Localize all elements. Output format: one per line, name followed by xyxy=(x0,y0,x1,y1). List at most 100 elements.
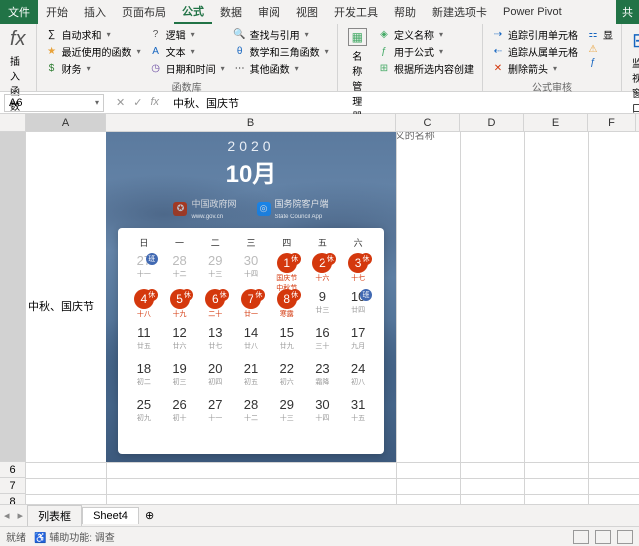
math-button[interactable]: θ数学和三角函数▾ xyxy=(229,43,333,60)
menu-share[interactable]: 共 xyxy=(616,0,639,24)
clock-icon: ◷ xyxy=(149,63,163,74)
formula-bar[interactable]: 中秋、国庆节 xyxy=(167,95,639,111)
calendar-day: 3十七休 xyxy=(340,253,376,289)
row-header-5[interactable] xyxy=(0,132,26,462)
financial-icon: $ xyxy=(45,63,59,74)
trace-precedents-button[interactable]: ⇢追踪引用单元格 xyxy=(487,26,582,43)
recent-icon: ★ xyxy=(45,46,59,57)
recent-functions-button[interactable]: ★最近使用的函数▾ xyxy=(41,43,145,60)
status-accessibility: ♿ 辅助功能: 调查 xyxy=(34,529,115,544)
autosum-button[interactable]: ∑自动求和▾ xyxy=(41,26,145,43)
create-from-selection-button[interactable]: ⊞根据所选内容创建 xyxy=(373,60,478,77)
menu-layout[interactable]: 页面布局 xyxy=(114,0,174,24)
rest-badge: 休 xyxy=(146,289,158,301)
tab-sheet2[interactable]: Sheet4 xyxy=(82,507,139,524)
work-badge: 班 xyxy=(146,253,158,265)
menu-file[interactable]: 文件 xyxy=(0,0,38,24)
menu-view[interactable]: 视图 xyxy=(288,0,326,24)
evaluate-button[interactable]: ƒ xyxy=(582,56,617,69)
normal-view-button[interactable] xyxy=(573,530,589,544)
weekday-header: 一 xyxy=(162,236,198,249)
menubar: 文件 开始 插入 页面布局 公式 数据 审阅 视图 开发工具 帮助 新建选项卡 … xyxy=(0,0,639,24)
select-all-corner[interactable] xyxy=(0,114,26,131)
name-box[interactable]: A6 ▾ xyxy=(4,94,104,112)
ribbon: fx 插入函数 ∑自动求和▾ ★最近使用的函数▾ $财务▾ ?逻辑▾ A文本▾ … xyxy=(0,24,639,92)
calendar-day: 19初三 xyxy=(162,361,198,397)
chevron-down-icon: ▾ xyxy=(107,30,111,39)
page-break-view-button[interactable] xyxy=(617,530,633,544)
error-check-button[interactable]: ⚠ xyxy=(582,43,617,56)
weekday-header: 二 xyxy=(197,236,233,249)
trace-dependents-button[interactable]: ⇠追踪从属单元格 xyxy=(487,43,582,60)
row-header-8[interactable]: 8 xyxy=(0,494,26,504)
remove-arrows-button[interactable]: ✕删除箭头▾ xyxy=(487,60,582,77)
tab-first-icon[interactable]: ◂ xyxy=(0,509,14,522)
show-formulas-button[interactable]: ⚏显 xyxy=(582,26,617,43)
menu-powerpivot[interactable]: Power Pivot xyxy=(495,0,570,24)
col-header-B[interactable]: B xyxy=(106,114,396,131)
calendar-day: 4十八休 xyxy=(126,289,162,325)
col-header-D[interactable]: D xyxy=(460,114,524,131)
menu-formulas[interactable]: 公式 xyxy=(174,0,212,24)
calendar-day: 11廿五 xyxy=(126,325,162,361)
watch-icon: ⊟ xyxy=(632,28,639,53)
work-badge: 班 xyxy=(360,289,372,301)
calendar-day: 23霜降 xyxy=(305,361,341,397)
page-layout-view-button[interactable] xyxy=(595,530,611,544)
rest-badge: 休 xyxy=(360,253,372,265)
fx-icon[interactable]: fx xyxy=(150,96,159,109)
menu-devtools[interactable]: 开发工具 xyxy=(326,0,386,24)
col-header-C[interactable]: C xyxy=(396,114,460,131)
define-name-button[interactable]: ◈定义名称▾ xyxy=(373,26,478,43)
calendar-day: 24初八 xyxy=(340,361,376,397)
row-header-6[interactable]: 6 xyxy=(0,462,26,478)
tab-last-icon[interactable]: ▸ xyxy=(14,509,28,522)
logical-icon: ? xyxy=(149,29,163,40)
menu-home[interactable]: 开始 xyxy=(38,0,76,24)
cancel-formula-icon[interactable]: ✕ xyxy=(116,96,125,109)
use-in-formula-button[interactable]: ƒ用于公式▾ xyxy=(373,43,478,60)
add-sheet-icon[interactable]: ⊕ xyxy=(139,509,160,522)
datetime-button[interactable]: ◷日期和时间▾ xyxy=(145,60,229,77)
text-button[interactable]: A文本▾ xyxy=(145,43,229,60)
menu-newtab[interactable]: 新建选项卡 xyxy=(424,0,495,24)
menu-data[interactable]: 数据 xyxy=(212,0,250,24)
rest-badge: 休 xyxy=(289,289,301,301)
calendar-card: 日一二三四五六 27十一班28十二29十三30十四1国庆节 中秋节休2十六休3十… xyxy=(118,228,384,454)
lookup-icon: 🔍 xyxy=(233,29,247,40)
row-header-7[interactable]: 7 xyxy=(0,478,26,494)
calendar-day: 20初四 xyxy=(197,361,233,397)
calendar-day: 25初九 xyxy=(126,397,162,433)
worksheet[interactable]: A B C D E F 6 7 8 中秋、国庆节 2020 10月 ✪ xyxy=(0,114,639,504)
tab-sheet1[interactable]: 列表框 xyxy=(27,505,82,526)
evaluate-icon: ƒ xyxy=(586,57,600,68)
rest-badge: 休 xyxy=(217,289,229,301)
calendar-day: 1国庆节 中秋节休 xyxy=(269,253,305,289)
menu-insert[interactable]: 插入 xyxy=(76,0,114,24)
accept-formula-icon[interactable]: ✓ xyxy=(133,96,142,109)
error-icon: ⚠ xyxy=(586,44,600,55)
calendar-day: 9廿三 xyxy=(305,289,341,325)
rest-badge: 休 xyxy=(289,253,301,265)
status-bar: 就绪 ♿ 辅助功能: 调查 xyxy=(0,526,639,546)
chevron-down-icon[interactable]: ▾ xyxy=(95,98,99,107)
financial-button[interactable]: $财务▾ xyxy=(41,60,145,77)
function-library-label: 函数库 xyxy=(41,77,333,94)
col-header-A[interactable]: A xyxy=(26,114,106,131)
weekday-header: 日 xyxy=(126,236,162,249)
calendar-day: 16三十 xyxy=(305,325,341,361)
col-header-E[interactable]: E xyxy=(524,114,588,131)
logical-button[interactable]: ?逻辑▾ xyxy=(145,26,229,43)
calendar-image[interactable]: 2020 10月 ✪ 中国政府网www.gov.cn ◎ 国务院客户端State… xyxy=(106,132,396,462)
trace-prec-icon: ⇢ xyxy=(491,29,505,40)
col-header-F[interactable]: F xyxy=(588,114,636,131)
cell-A6[interactable]: 中秋、国庆节 xyxy=(26,296,106,316)
menu-review[interactable]: 审阅 xyxy=(250,0,288,24)
menu-help[interactable]: 帮助 xyxy=(386,0,424,24)
calendar-day: 10廿四班 xyxy=(340,289,376,325)
lookup-button[interactable]: 🔍查找与引用▾ xyxy=(229,26,333,43)
other-functions-button[interactable]: ⋯其他函数▾ xyxy=(229,60,333,77)
show-icon: ⚏ xyxy=(586,29,600,40)
calendar-day: 29十三 xyxy=(269,397,305,433)
trace-dep-icon: ⇠ xyxy=(491,46,505,57)
